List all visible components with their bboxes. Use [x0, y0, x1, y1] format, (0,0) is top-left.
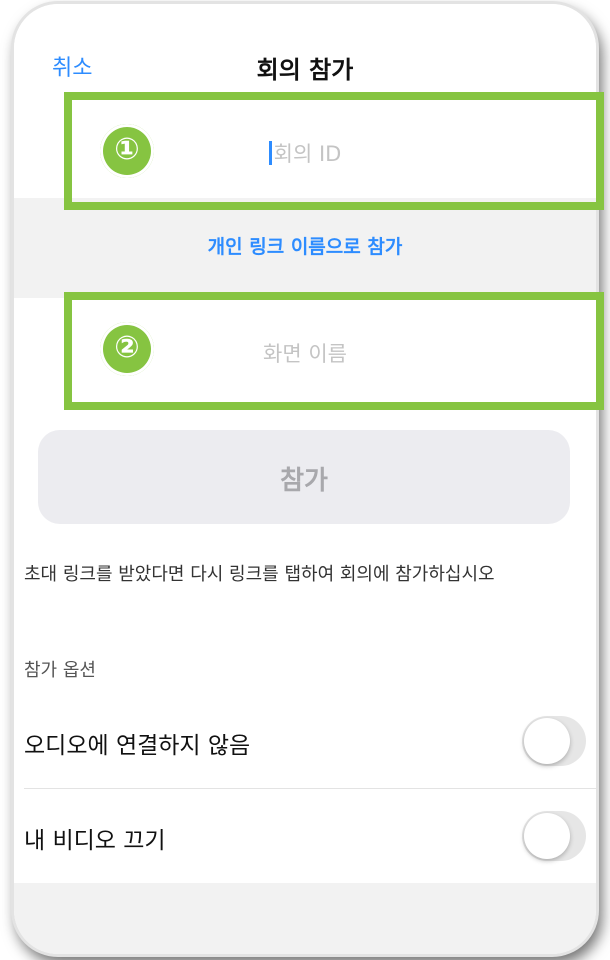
invite-link-hint: 초대 링크를 받았다면 다시 링크를 탭하여 회의에 참가하십시오	[24, 564, 495, 585]
bottom-area	[14, 883, 596, 954]
join-button[interactable]: 참가	[38, 430, 570, 524]
video-off-toggle[interactable]	[522, 811, 586, 861]
nav-bar: 취소 회의 참가	[14, 4, 596, 103]
personal-link-button[interactable]: 개인 링크 이름으로 참가	[14, 232, 596, 259]
no-audio-toggle[interactable]	[522, 716, 586, 766]
options-header	[14, 644, 596, 692]
page-title: 회의 참가	[256, 56, 354, 84]
annotation-badge-1: ①	[100, 124, 154, 178]
annotation-badge-2: ②	[100, 322, 154, 376]
join-options-label: 참가 옵션	[24, 660, 96, 681]
toggle-knob	[524, 718, 570, 764]
option-label-no-audio: 오디오에 연결하지 않음	[24, 733, 251, 759]
option-row-no-audio: 오디오에 연결하지 않음	[14, 694, 596, 788]
option-row-video-off: 내 비디오 끄기	[14, 789, 596, 883]
toggle-knob	[524, 813, 570, 859]
option-label-video-off: 내 비디오 끄기	[24, 828, 166, 854]
join-button-label: 참가	[280, 466, 328, 496]
